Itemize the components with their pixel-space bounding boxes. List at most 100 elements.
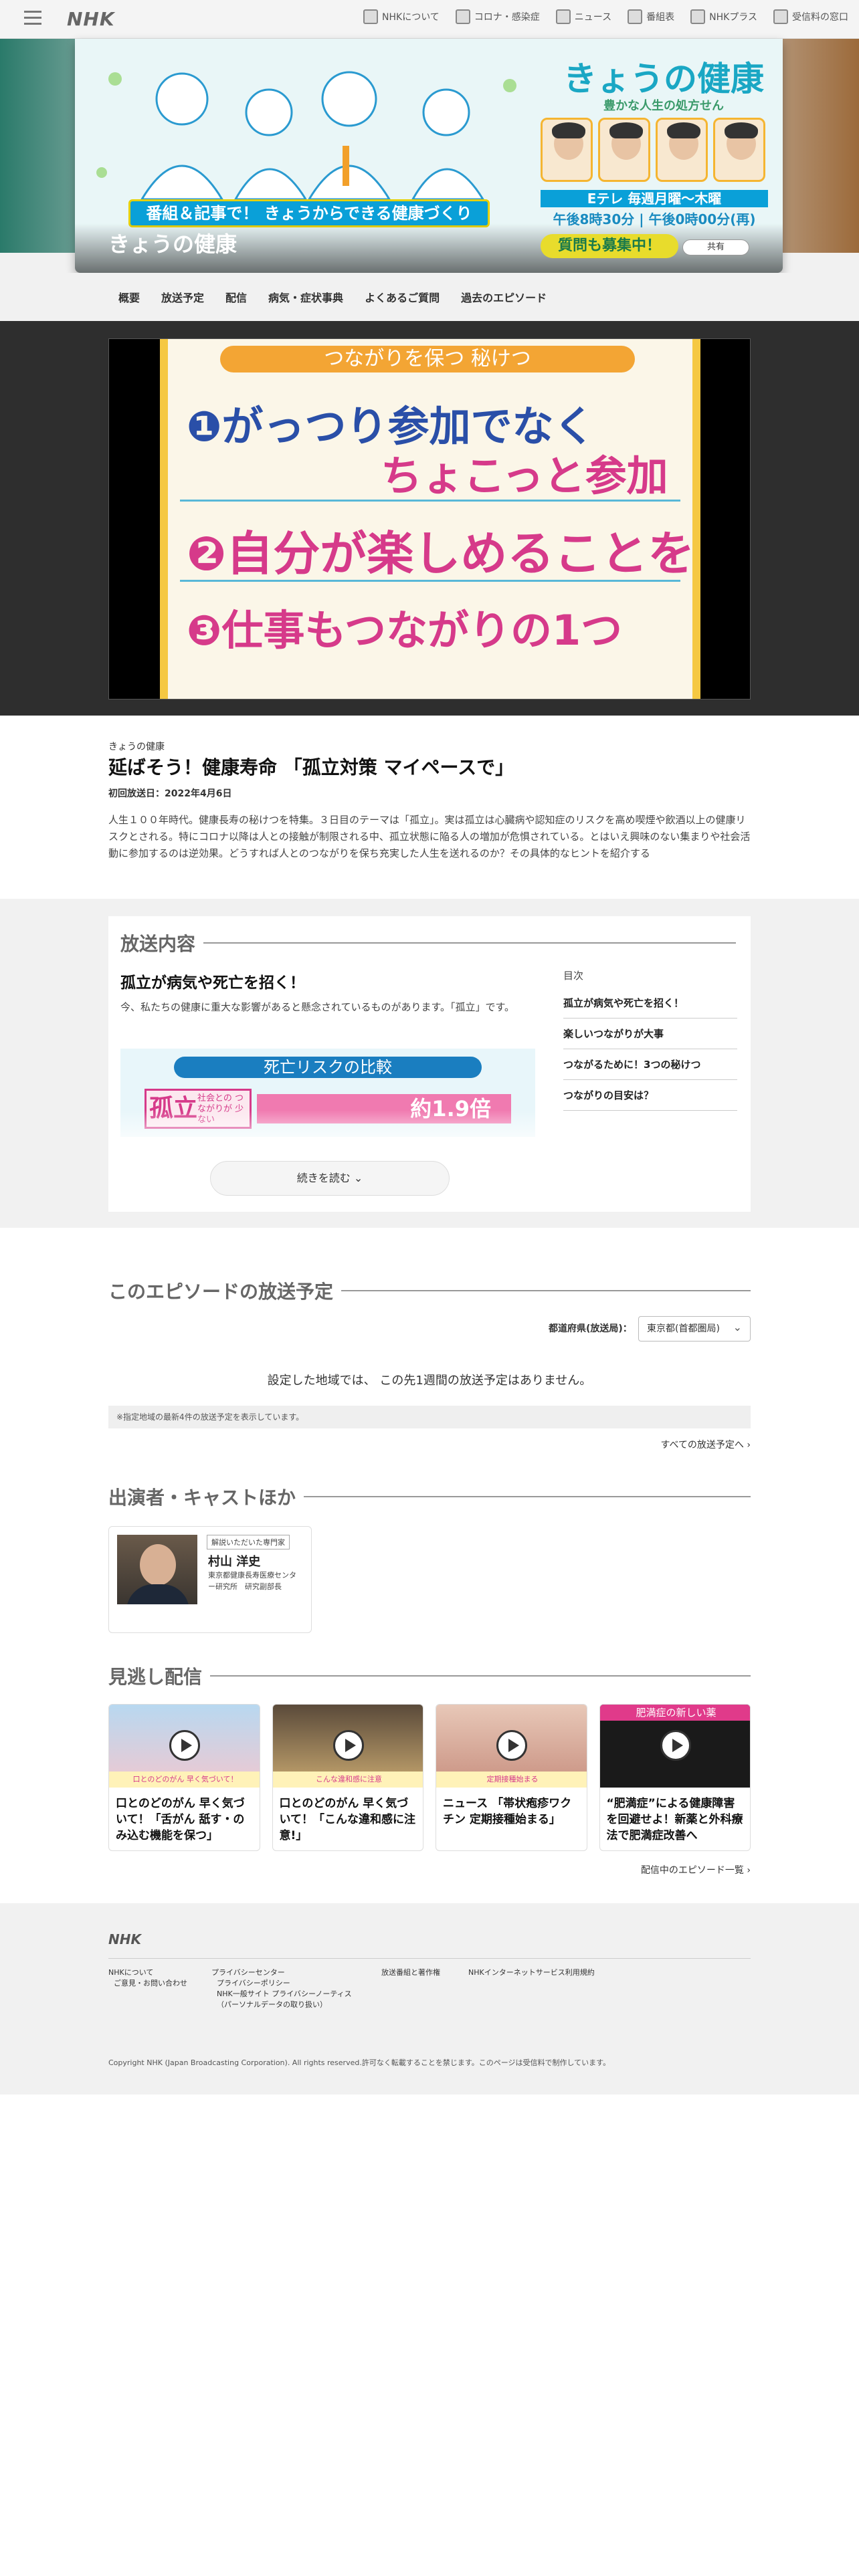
play-icon (660, 1730, 691, 1761)
schedule-heading: このエピソードの放送予定 (108, 1277, 751, 1304)
menu-icon[interactable] (24, 11, 41, 25)
video-player[interactable]: つながりを保つ 秘けつ ❶がっつり参加でなく ちょこっと参加 ❷自分が楽しめるこ… (108, 338, 751, 700)
tab-overview[interactable]: 概要 (118, 289, 140, 305)
presenter-avatar (656, 118, 708, 182)
global-nav: NHKについて コロナ・感染症 ニュース 番組表 NHKプラス 受信料の窓口 (363, 9, 848, 24)
no-schedule-text: 設定した地域では、 この先1週間の放送予定はありません。 (267, 1374, 592, 1388)
video-thumbnail: 定期接種始まる (436, 1705, 587, 1788)
wallet-icon (773, 9, 788, 24)
missed-list: 口とのどのがん 早く気づいて！ 口とのどのがん 早く気づいて！「舌がん 舐す・の… (108, 1704, 751, 1851)
chevron-down-icon: ⌄ (353, 1172, 363, 1184)
read-more-button[interactable]: 続きを読む ⌄ (210, 1161, 450, 1196)
nhk-building-icon (363, 9, 379, 24)
video-card[interactable]: こんな違和感に注意 口とのどのがん 早く気づいて！「こんな違和感に注意!」 (272, 1704, 423, 1851)
video-frame: つながりを保つ 秘けつ ❶がっつり参加でなく ちょこっと参加 ❷自分が楽しめるこ… (160, 339, 700, 699)
schedule-note: ※指定地域の最新4件の放送予定を表示しています。 (108, 1406, 751, 1428)
play-icon (332, 1730, 364, 1761)
prefecture-select[interactable]: 東京都(首都圏局) (638, 1315, 751, 1341)
cast-heading: 出演者・キャストほか (108, 1483, 751, 1510)
video-title: “肥満症”による健康障害を回避せよ！新薬と外科療法で肥満症改善へ (606, 1797, 743, 1842)
presenter-photos (541, 118, 768, 185)
video-card[interactable]: 口とのどのがん 早く気づいて！ 口とのどのがん 早く気づいて！「舌がん 舐す・の… (108, 1704, 260, 1851)
slide-line-1b: ちょこっと参加 (381, 451, 668, 500)
tab-streaming[interactable]: 配信 (225, 289, 247, 305)
content-heading: 孤立が病気や死亡を招く！ (120, 974, 305, 992)
play-icon (496, 1730, 527, 1761)
slide-title: つながりを保つ 秘けつ (220, 346, 635, 372)
episode-title: 延ばそう！健康寿命 「孤立対策 マイペースで」 (108, 756, 514, 778)
all-schedule-link[interactable]: すべての放送予定へ › (660, 1438, 751, 1451)
program-tagline: 豊かな人生の処方せん (603, 99, 724, 113)
tab-faq[interactable]: よくあるご質問 (365, 289, 440, 305)
share-button[interactable]: 共有 (682, 239, 749, 255)
program-title: きょうの健康 (108, 231, 237, 257)
airtimes: 午後8時30分 | 午後0時00分(再) (553, 211, 756, 227)
footer-link-copyright[interactable]: 放送番組と著作権 (381, 1967, 440, 1978)
nav-corona[interactable]: コロナ・感染症 (455, 9, 540, 24)
nav-nhkplus[interactable]: NHKプラス (690, 9, 757, 24)
play-screen-icon (690, 9, 706, 24)
section-heading: 放送内容 (120, 930, 736, 956)
video-title: 口とのどのがん 早く気づいて！「舌がん 舐す・のみ込む機能を保つ」 (116, 1797, 245, 1842)
heading-rule (210, 1675, 751, 1677)
question-button[interactable]: 質問も募集中！ (541, 234, 678, 258)
video-card[interactable]: 肥満症の新しい薬 “肥満症”による健康障害を回避せよ！新薬と外科療法で肥満症改善… (599, 1704, 751, 1851)
presenter-avatar (541, 118, 593, 182)
toc-item[interactable]: 楽しいつながりが大事 (563, 1018, 737, 1049)
nav-schedule[interactable]: 番組表 (628, 9, 674, 24)
divider (180, 580, 680, 582)
footer-link-privacy-notice[interactable]: NHK一般サイト プライバシーノーティス（パーソナルデータの取り扱い） (217, 1989, 364, 2010)
channel-schedule: Eテレ 毎週月曜〜木曜 (541, 190, 768, 207)
fade-overlay (108, 1110, 751, 1150)
program-nav: 概要 放送予定 配信 病気・症状事典 よくあるご質問 過去のエピソード (0, 273, 859, 321)
video-title: 口とのどのがん 早く気づいて！「こんな違和感に注意!」 (279, 1797, 416, 1842)
cast-card[interactable]: 解説いただいた専門家 村山 洋史 東京都健康長寿医療センター研究所 研究副部長 (108, 1526, 312, 1633)
tab-dictionary[interactable]: 病気・症状事典 (268, 289, 343, 305)
program-logo: きょうの健康 (563, 59, 764, 98)
toc-item[interactable]: 孤立が病気や死亡を招く！ (563, 988, 737, 1018)
footer: NHK NHKについて ご意見・お問い合わせ プライバシーセンター プライバシー… (0, 1903, 859, 2095)
footer-divider (108, 1958, 751, 1959)
tab-schedule[interactable]: 放送予定 (161, 289, 204, 305)
footer-link-privacy-policy[interactable]: プライバシーポリシー (217, 1978, 290, 1989)
nhk-logo[interactable]: NHK (67, 8, 115, 30)
global-header: NHK NHKについて コロナ・感染症 ニュース 番組表 NHKプラス 受信料の… (0, 0, 859, 39)
content-card: 放送内容 孤立が病気や死亡を招く！ 今、私たちの健康に重大な影響があると懸念され… (108, 916, 751, 1212)
first-air-date: 初回放送日：2022年4月6日 (108, 788, 232, 799)
nav-fee[interactable]: 受信料の窓口 (773, 9, 848, 24)
video-thumbnail: 口とのどのがん 早く気づいて！ (109, 1705, 260, 1788)
presenter-avatar (598, 118, 650, 182)
footer-logo[interactable]: NHK (108, 1931, 141, 1947)
slide-line-2: ❷自分が楽しめることを (187, 526, 695, 581)
toc-item[interactable]: つながりの目安は？ (563, 1080, 737, 1111)
cast-name: 村山 洋史 (208, 1555, 261, 1569)
chevron-right-icon: › (747, 1440, 751, 1451)
footer-link-privacy-center[interactable]: プライバシーセンター (211, 1967, 285, 1978)
copyright: Copyright NHK (Japan Broadcasting Corpor… (108, 2058, 611, 2067)
footer-link-about[interactable]: NHKについて (108, 1967, 153, 1978)
video-card[interactable]: 定期接種始まる ニュース 「帯状疱疹ワクチン 定期接種始まる」 (436, 1704, 587, 1851)
all-episodes-link[interactable]: 配信中のエピソード一覧 › (641, 1863, 751, 1876)
play-icon (169, 1730, 200, 1761)
content-text: 今、私たちの健康に重大な影響があると懸念されているものがあります。「孤立」です。 (120, 1001, 515, 1013)
footer-link-contact[interactable]: ご意見・お問い合わせ (114, 1978, 187, 1989)
nav-news[interactable]: ニュース (555, 9, 611, 24)
slide-line-3: ❸仕事もつながりの1つ (187, 606, 623, 655)
heading-rule (341, 1290, 751, 1291)
heading-rule (304, 1496, 751, 1497)
footer-link-terms[interactable]: NHKインターネットサービス利用規約 (468, 1967, 595, 1978)
chevron-right-icon: › (747, 1865, 751, 1876)
episode-program[interactable]: きょうの健康 (108, 740, 165, 753)
video-thumbnail: 肥満症の新しい薬 (599, 1705, 751, 1788)
cast-affiliation: 東京都健康長寿医療センター研究所 研究副部長 (208, 1571, 296, 1591)
toc-title: 目次 (563, 970, 584, 982)
news-icon (555, 9, 571, 24)
video-title: ニュース 「帯状疱疹ワクチン 定期接種始まる」 (443, 1797, 572, 1826)
nav-about[interactable]: NHKについて (363, 9, 440, 24)
notice-icon (455, 9, 470, 24)
divider (180, 500, 680, 502)
table-of-contents: 目次 孤立が病気や死亡を招く！ 楽しいつながりが大事 つながるために！3つの秘け… (563, 968, 737, 1111)
tab-past-episodes[interactable]: 過去のエピソード (461, 289, 547, 305)
prefecture-label: 都道府県(放送局)： (549, 1323, 632, 1334)
toc-item[interactable]: つながるために！3つの秘けつ (563, 1049, 737, 1080)
